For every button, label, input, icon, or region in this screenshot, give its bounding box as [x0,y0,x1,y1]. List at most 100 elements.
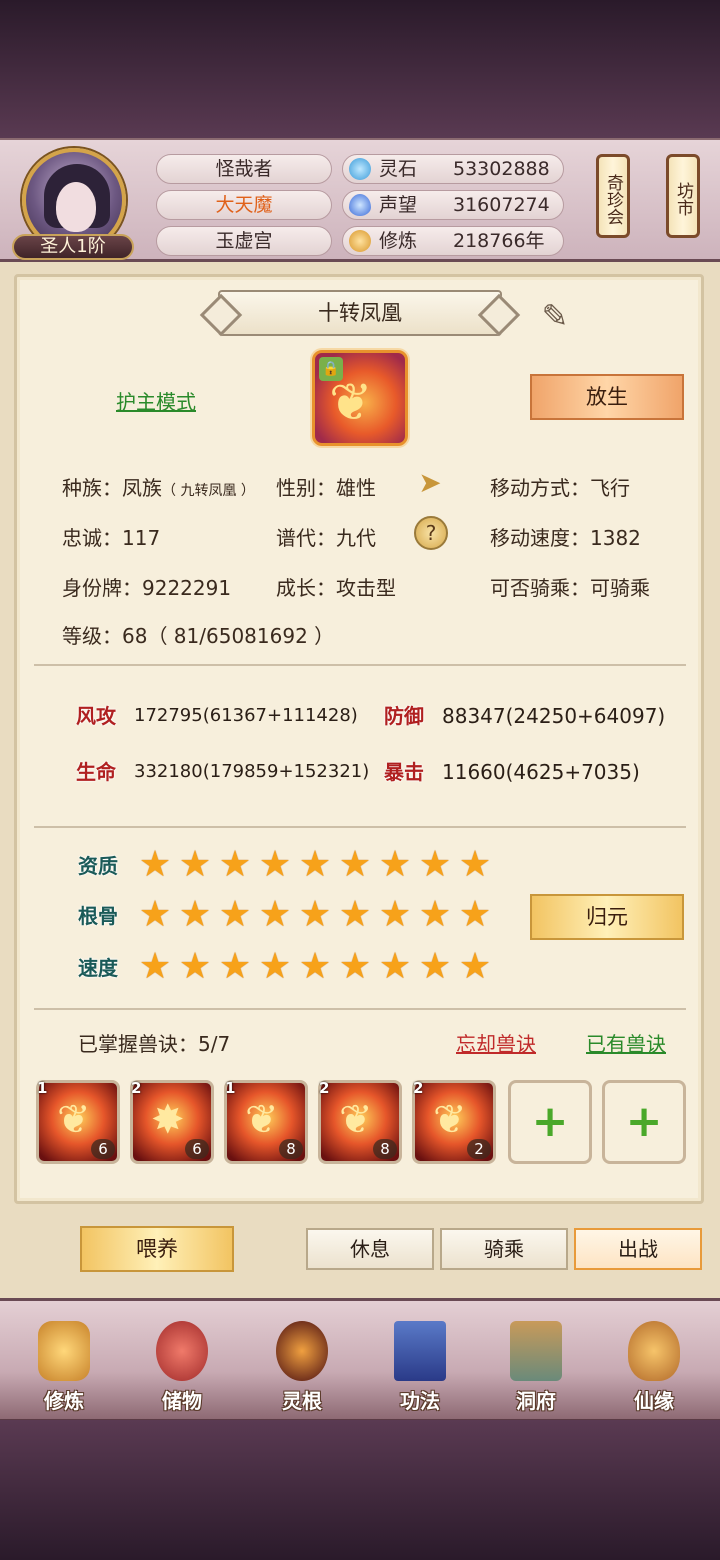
crystal-icon [349,158,371,180]
player-realm: 大天魔 [156,190,332,220]
star-icon: ★ [458,946,492,987]
reputation-stat: 声望 31607274 [342,190,564,220]
star-icon: ★ [218,946,252,987]
star-icon: ★ [298,844,332,885]
star-icon: ★ [378,894,412,935]
reputation-flame-icon [349,194,371,216]
star-icon: ★ [178,894,212,935]
arrow-right-icon[interactable]: ➤ [414,467,446,499]
plus-icon: + [625,1096,663,1147]
star-icon: ★ [258,946,292,987]
battle-button[interactable]: 出战 [574,1228,702,1270]
quill-book-icon[interactable]: ✎ [530,296,580,336]
owned-skills-link[interactable]: 已有兽诀 [586,1028,666,1057]
top-backdrop [0,0,720,140]
speed-icon: 速度 [78,948,118,988]
plus-icon: + [531,1096,569,1147]
rideable-attr: 可否骑乘：可骑乘 [490,576,650,600]
nav-cultivate[interactable]: 修炼 [14,1321,114,1417]
generation-attr: 谱代：九代 [276,526,376,550]
empty-skill-slot[interactable]: + [602,1080,686,1164]
nav-fate[interactable]: 仙缘 [604,1321,704,1417]
star-icon: ★ [418,894,452,935]
skill-slot[interactable]: ❦ 18 [224,1079,308,1164]
bone-stars: ★ ★ ★ ★ ★ ★ ★ ★ ★ [136,896,494,936]
star-icon: ★ [418,844,452,885]
star-icon: ★ [258,844,292,885]
spirit-root-icon [276,1321,328,1381]
gourd-icon [628,1321,680,1381]
rest-button[interactable]: 休息 [306,1228,434,1270]
star-icon: ★ [378,946,412,987]
skill-slot[interactable]: ❦ 28 [318,1079,402,1164]
defense-value: 88347(24250+64097) [442,704,666,728]
guard-mode-link[interactable]: 护主模式 [116,386,196,415]
nav-manual[interactable]: 功法 [370,1321,470,1417]
market-button[interactable]: 坊市 [666,154,700,238]
storage-bag-icon [156,1321,208,1381]
rank-badge: 圣人1阶 [12,234,134,260]
skill-slot[interactable]: ✸ 26 [130,1079,214,1164]
phoenix-skill-icon: ❦ [339,1097,373,1143]
move-type-attr: 移动方式：飞行 [490,476,630,500]
star-icon: ★ [458,844,492,885]
nav-spirit-root[interactable]: 灵根 [252,1321,352,1417]
gender-attr: 性别：雄性 [276,476,376,500]
feed-button[interactable]: 喂养 [80,1226,234,1272]
bottom-nav: 修炼 储物 灵根 功法 洞府 仙缘 [0,1298,720,1422]
fire-strike-skill-icon: ✸ [151,1097,185,1143]
ride-button[interactable]: 骑乘 [440,1228,568,1270]
phoenix-skill-icon: ❦ [245,1097,279,1143]
nav-cave[interactable]: 洞府 [486,1321,586,1417]
bottom-backdrop [0,1420,720,1560]
divider [34,1008,686,1010]
cultivation-monk-icon [38,1321,90,1381]
star-icon: ★ [418,946,452,987]
cultivation-stat: 修炼 218766年 [342,226,564,256]
star-icon: ★ [458,894,492,935]
star-icon: ★ [218,894,252,935]
pet-name-banner: 十转凤凰 [218,290,502,336]
cave-mansion-icon [510,1321,562,1381]
cultivation-icon [349,230,371,252]
empty-skill-slot[interactable]: + [508,1080,592,1164]
star-icon: ★ [298,946,332,987]
defense-icon: 防御 [384,696,424,736]
bone-icon: 根骨 [78,896,118,936]
star-icon: ★ [338,946,372,987]
star-icon: ★ [378,844,412,885]
growth-attr: 成长：攻击型 [276,576,396,600]
divider [34,826,686,828]
star-icon: ★ [338,894,372,935]
skills-mastered-label: 已掌握兽诀：5/7 [78,1032,231,1056]
health-value: 332180(179859+152321) [134,761,370,782]
phoenix-skill-icon: ❦ [57,1097,91,1143]
speed-stars: ★ ★ ★ ★ ★ ★ ★ ★ ★ [136,948,494,988]
reset-button[interactable]: 归元 [530,894,684,940]
player-title: 怪哉者 [156,154,332,184]
star-icon: ★ [258,894,292,935]
loyalty-attr: 忠诚：117 [62,526,161,550]
release-button[interactable]: 放生 [530,374,684,420]
forget-skill-link[interactable]: 忘却兽诀 [456,1028,536,1057]
star-icon: ★ [138,894,172,935]
aptitude-icon: 资质 [78,846,118,886]
skill-slot[interactable]: ❦ 22 [412,1079,496,1164]
move-speed-attr: 移动速度：1382 [490,526,641,550]
star-icon: ★ [178,946,212,987]
help-icon[interactable]: ? [414,516,448,550]
star-icon: ★ [138,946,172,987]
phoenix-skill-icon: ❦ [433,1097,467,1143]
pet-portrait[interactable]: ❦ 🔒 [312,350,408,446]
star-icon: ★ [178,844,212,885]
aptitude-stars: ★ ★ ★ ★ ★ ★ ★ ★ ★ [136,846,494,886]
treasure-fair-button[interactable]: 奇珍会 [596,154,630,238]
star-icon: ★ [218,844,252,885]
phoenix-icon: ❦ [329,373,373,433]
level-attr: 等级：68（ 81/65081692 ） [62,624,335,648]
crit-icon: 暴击 [384,752,424,792]
nav-storage[interactable]: 储物 [132,1321,232,1417]
spirit-stone-stat: 灵石 53302888 [342,154,564,184]
skill-slot[interactable]: ❦ 16 [36,1079,120,1164]
star-icon: ★ [138,844,172,885]
